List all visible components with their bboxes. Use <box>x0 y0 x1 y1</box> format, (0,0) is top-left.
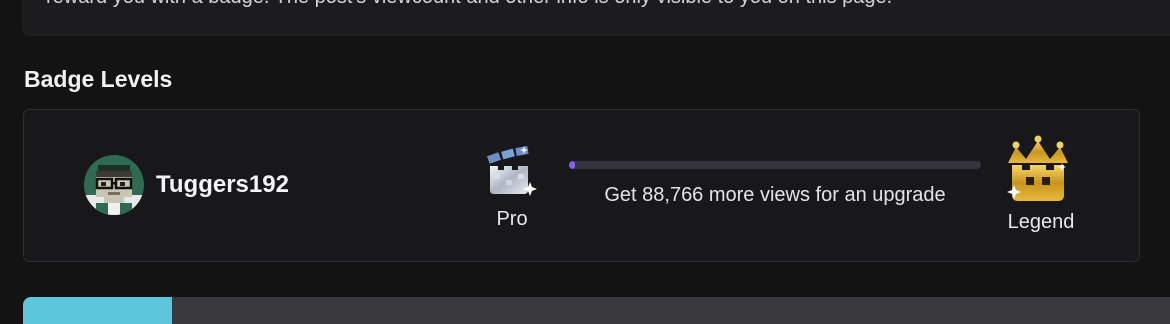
current-badge-label: Pro <box>496 208 528 230</box>
info-text: reward you with a badge. The post's view… <box>46 0 892 9</box>
avatar[interactable] <box>84 155 144 215</box>
bottom-tab-active[interactable] <box>23 297 172 324</box>
next-badge-label: Legend <box>1007 211 1075 233</box>
legend-crown-icon <box>1002 133 1074 205</box>
username[interactable]: Tuggers192 <box>156 170 289 200</box>
bottom-tab-bar <box>23 297 1170 324</box>
progress-bar <box>569 161 981 169</box>
progress-fill <box>569 161 576 169</box>
badge-page: reward you with a badge. The post's view… <box>0 0 1170 324</box>
avatar-image <box>84 155 144 215</box>
section-title: Badge Levels <box>24 66 173 92</box>
pro-badge-icon <box>484 144 540 198</box>
progress-text: Get 88,766 more views for an upgrade <box>604 184 946 206</box>
